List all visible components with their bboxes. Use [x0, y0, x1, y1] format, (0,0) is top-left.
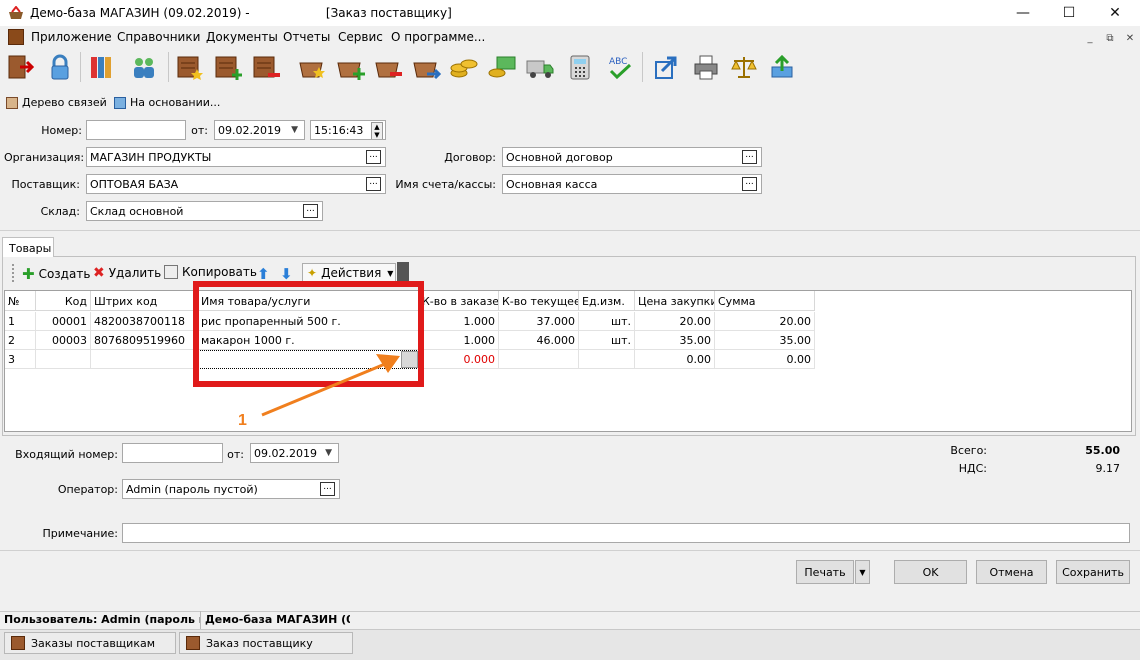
window-tab-label: Заказ поставщику: [206, 636, 313, 650]
cancel-button[interactable]: Отмена: [976, 560, 1047, 584]
annotation-arrow: [261, 362, 386, 417]
chevron-down-icon[interactable]: ▼: [325, 448, 332, 458]
total-label: Всего:: [950, 444, 987, 457]
annotation-number: 1: [238, 412, 247, 429]
doc-icon: [11, 636, 25, 650]
operator-field[interactable]: Admin (пароль пустой) ...: [122, 479, 340, 499]
window-tab-label: Заказы поставщикам: [31, 636, 156, 650]
operator-select-button[interactable]: ...: [320, 482, 335, 496]
arrow-head-icon: [376, 354, 400, 373]
vat-label: НДС:: [958, 462, 987, 475]
status-divider: [200, 611, 201, 629]
operator-label: Оператор:: [57, 483, 118, 496]
annotation-overlay: 1: [193, 281, 424, 429]
window-tab-orders[interactable]: Заказы поставщикам: [4, 632, 176, 654]
incoming-number-field[interactable]: [122, 443, 223, 463]
status-user: Пользователь: Admin (пароль пусто: [4, 613, 200, 626]
doc-star-icon: [186, 636, 200, 650]
window-tab-order[interactable]: Заказ поставщику: [179, 632, 353, 654]
note-field[interactable]: [122, 523, 1130, 543]
incoming-date-value: 09.02.2019: [254, 447, 317, 460]
status-database: Демо-база МАГАЗИН (09.(: [205, 613, 350, 626]
incoming-number-label: Входящий номер:: [15, 448, 118, 461]
print-button[interactable]: Печать: [796, 560, 854, 584]
ok-button[interactable]: OK: [894, 560, 967, 584]
operator-value: Admin (пароль пустой): [126, 483, 258, 496]
incoming-date-field[interactable]: 09.02.2019 ▼: [250, 443, 339, 463]
print-dropdown-button[interactable]: ▼: [855, 560, 870, 584]
incoming-from-label: от:: [227, 448, 244, 461]
total-value: 55.00: [1085, 444, 1120, 457]
note-label: Примечание:: [42, 527, 118, 540]
divider: [0, 550, 1140, 551]
save-button[interactable]: Сохранить: [1056, 560, 1130, 584]
vat-value: 9.17: [1095, 462, 1121, 475]
